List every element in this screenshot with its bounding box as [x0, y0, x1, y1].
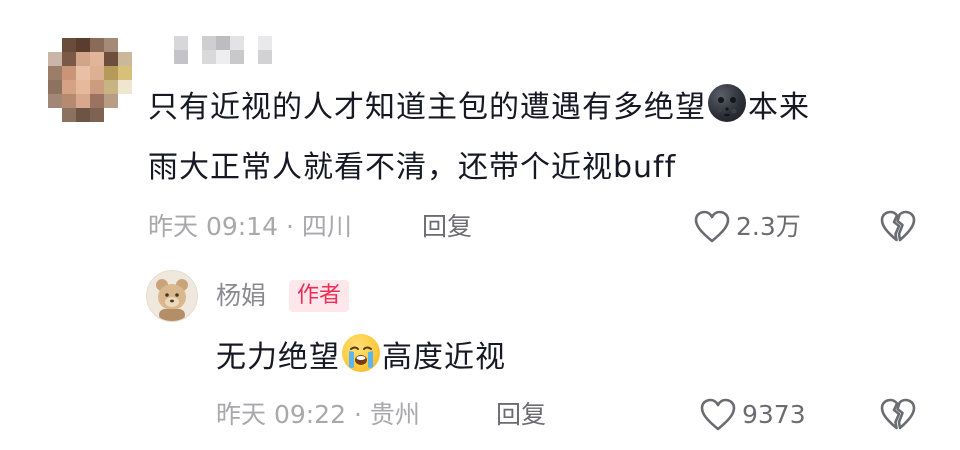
like-button[interactable]: 2.3万 [694, 210, 801, 244]
commenter-username-blurred[interactable] [160, 36, 272, 64]
reply-dislike-button[interactable] [880, 398, 916, 436]
broken-heart-icon [880, 210, 916, 242]
author-badge: 作者 [289, 280, 350, 312]
commenter-avatar[interactable] [48, 38, 132, 122]
reply-text: 无力绝望 高度近视 [216, 328, 816, 388]
comment-text-part2: 本来 [748, 90, 810, 125]
loudly-crying-face-icon [342, 334, 380, 372]
reply-author-avatar[interactable] [146, 270, 198, 322]
broken-heart-icon [880, 398, 916, 430]
comment-text-line2: 雨大正常人就看不清，还带个近视buff [148, 150, 677, 185]
dislike-button[interactable] [880, 210, 916, 248]
reply-author-name[interactable]: 杨娟 [216, 281, 266, 311]
reply-text-part1: 无力绝望 [216, 340, 340, 375]
bear-avatar-icon [147, 271, 197, 321]
reply-text-part2: 高度近视 [382, 340, 506, 375]
heart-outline-icon [694, 210, 730, 243]
reply-like-button[interactable]: 9373 [700, 398, 806, 432]
comment-meta: 昨天 09:14 · 四川 [148, 212, 352, 241]
reply-meta: 昨天 09:22 · 贵州 [216, 400, 420, 429]
new-moon-face-icon [708, 84, 746, 122]
heart-outline-icon [700, 398, 736, 431]
comment-text: 只有近视的人才知道主包的遭遇有多绝望 本来 雨大正常人就看不清，还带个近视buff [148, 78, 938, 198]
like-count: 2.3万 [736, 212, 801, 241]
reply-button[interactable]: 回复 [422, 212, 472, 242]
reply-reply-button[interactable]: 回复 [496, 400, 546, 430]
comment-thread: 只有近视的人才知道主包的遭遇有多绝望 本来 雨大正常人就看不清，还带个近视buff… [0, 0, 960, 450]
comment-text-part1: 只有近视的人才知道主包的遭遇有多绝望 [148, 90, 706, 125]
reply-like-count: 9373 [742, 400, 806, 429]
